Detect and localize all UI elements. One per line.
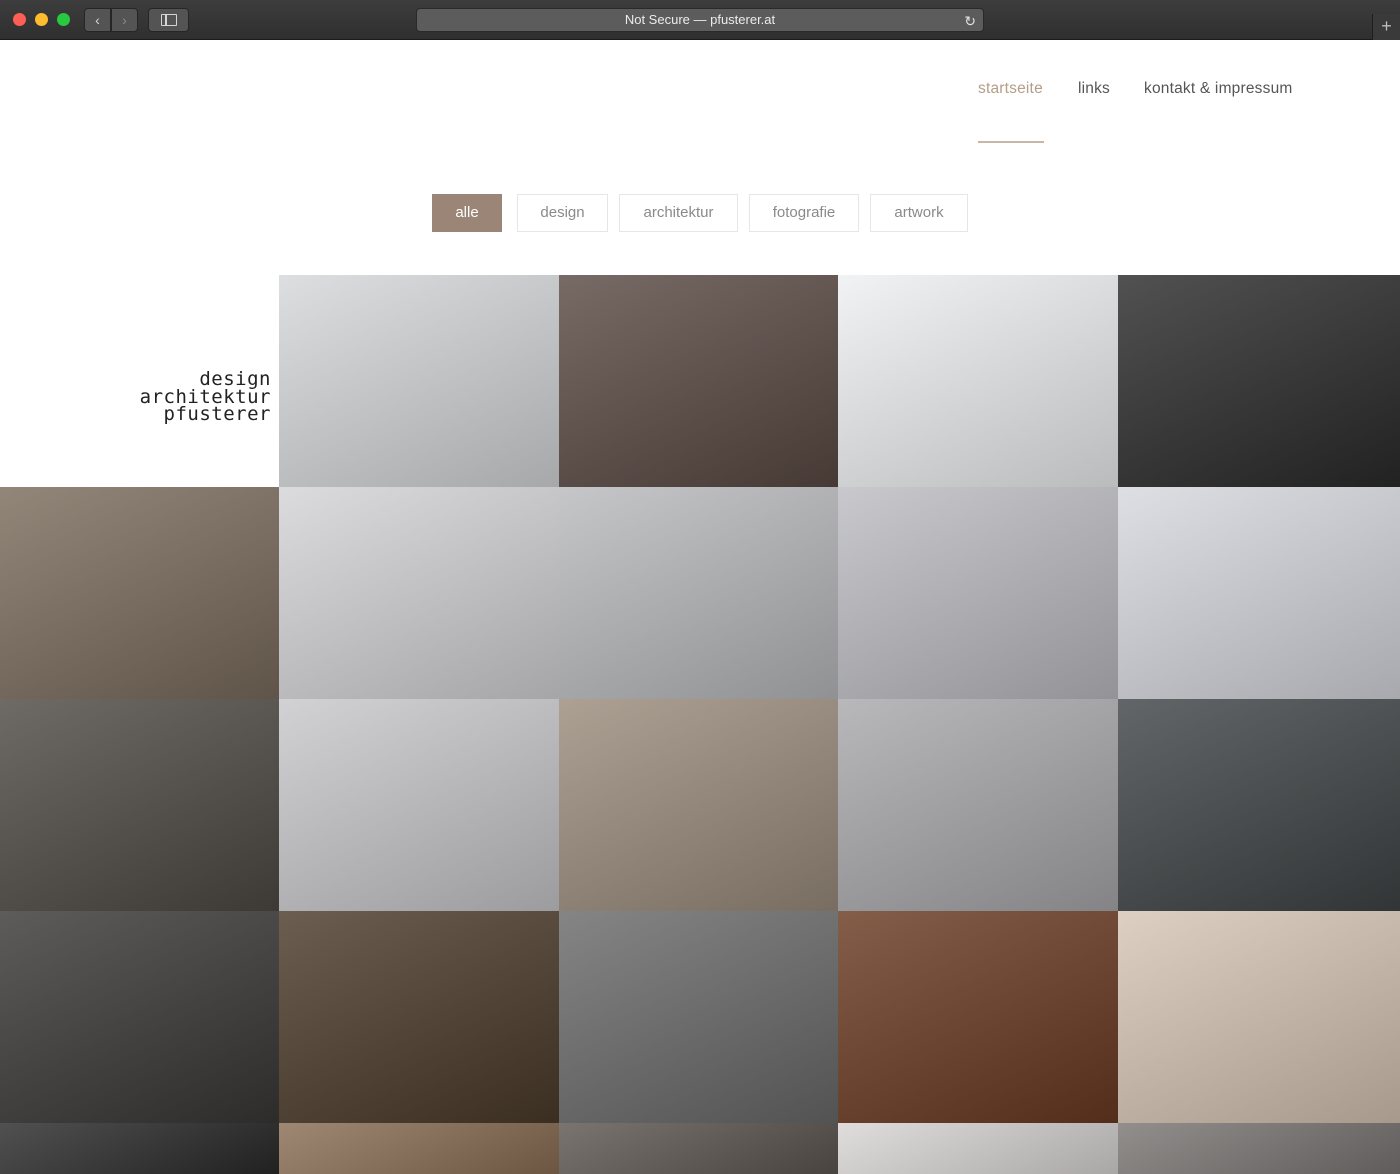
- gallery-item-textured-panel-closeup[interactable]: [559, 275, 838, 487]
- gallery-item-bridge-walker-bw[interactable]: [559, 911, 838, 1123]
- zoom-window-button[interactable]: [57, 13, 70, 26]
- sidebar-icon: [161, 14, 177, 26]
- gallery-item-wooden-room-red-cubes[interactable]: [838, 911, 1118, 1123]
- filter-fotografie[interactable]: fotografie: [749, 194, 859, 232]
- main-navigation: startseite links kontakt & impressum: [0, 80, 1400, 110]
- gallery-item-burgers-and-co-menu[interactable]: [279, 487, 559, 699]
- gallery-item-staircase-shelving[interactable]: [559, 487, 838, 699]
- gallery-item-gas-stove-cart[interactable]: [1118, 487, 1400, 699]
- gallery-item-curtain-corner[interactable]: [1118, 911, 1400, 1123]
- gallery-item-wall-partial[interactable]: [838, 1123, 1118, 1174]
- gallery-item-office-desk[interactable]: [0, 699, 279, 911]
- gallery-item-kitchen-pots-partial[interactable]: [559, 1123, 838, 1174]
- sidebar-toggle-button[interactable]: [148, 8, 189, 32]
- reload-icon[interactable]: ↻: [964, 10, 976, 32]
- back-button[interactable]: ‹: [84, 8, 111, 32]
- gallery-item-bathroom-tub[interactable]: [838, 699, 1118, 911]
- gallery-item-pendant-lamp[interactable]: [0, 911, 279, 1123]
- gallery-item-concrete-column-render[interactable]: [279, 275, 559, 487]
- chevron-right-icon: ›: [122, 12, 127, 28]
- nav-link-startseite[interactable]: startseite: [978, 80, 1043, 98]
- browser-toolbar: ‹ › Not Secure — pfusterer.at ↻ +: [0, 0, 1400, 40]
- close-window-button[interactable]: [13, 13, 26, 26]
- gallery-item-portrait-partial-bw[interactable]: [0, 1123, 279, 1174]
- gallery-item-kitchen-counter-partial[interactable]: [279, 1123, 559, 1174]
- new-tab-button[interactable]: +: [1372, 14, 1400, 40]
- gallery-item-metal-shelf[interactable]: [838, 275, 1118, 487]
- portfolio-grid: design architektur pfusterer: [0, 275, 1400, 1174]
- site-logo[interactable]: design architektur pfusterer: [140, 370, 271, 425]
- logo-line-pfusterer: pfusterer: [163, 403, 271, 425]
- gallery-item-portrait-woman-bw[interactable]: [1118, 275, 1400, 487]
- forward-button[interactable]: ›: [111, 8, 138, 32]
- gallery-item-ceiling-partial[interactable]: [1118, 1123, 1400, 1174]
- filter-architektur[interactable]: architektur: [619, 194, 738, 232]
- gallery-item-cafe-interior-dark[interactable]: [1118, 699, 1400, 911]
- minimize-window-button[interactable]: [35, 13, 48, 26]
- plus-icon: +: [1381, 16, 1392, 36]
- filter-artwork[interactable]: artwork: [870, 194, 968, 232]
- filter-design[interactable]: design: [517, 194, 608, 232]
- active-nav-indicator: [978, 141, 1044, 143]
- gallery-item-restroom-cabins[interactable]: [279, 911, 559, 1123]
- filter-alle[interactable]: alle: [432, 194, 502, 232]
- gallery-item-kitchen-island-green[interactable]: [838, 487, 1118, 699]
- gallery-item-floor-lamp-render[interactable]: [279, 699, 559, 911]
- nav-link-links[interactable]: links: [1078, 80, 1110, 98]
- gallery-item-restaurant-counter-yoyo[interactable]: [0, 487, 279, 699]
- logo-tile: design architektur pfusterer: [0, 275, 279, 487]
- chevron-left-icon: ‹: [95, 12, 100, 28]
- url-text: Not Secure — pfusterer.at: [624, 12, 776, 27]
- nav-link-kontakt-impressum[interactable]: kontakt & impressum: [1144, 80, 1293, 98]
- gallery-item-kitchen-shelves[interactable]: [559, 699, 838, 911]
- address-bar[interactable]: Not Secure — pfusterer.at ↻: [416, 8, 984, 32]
